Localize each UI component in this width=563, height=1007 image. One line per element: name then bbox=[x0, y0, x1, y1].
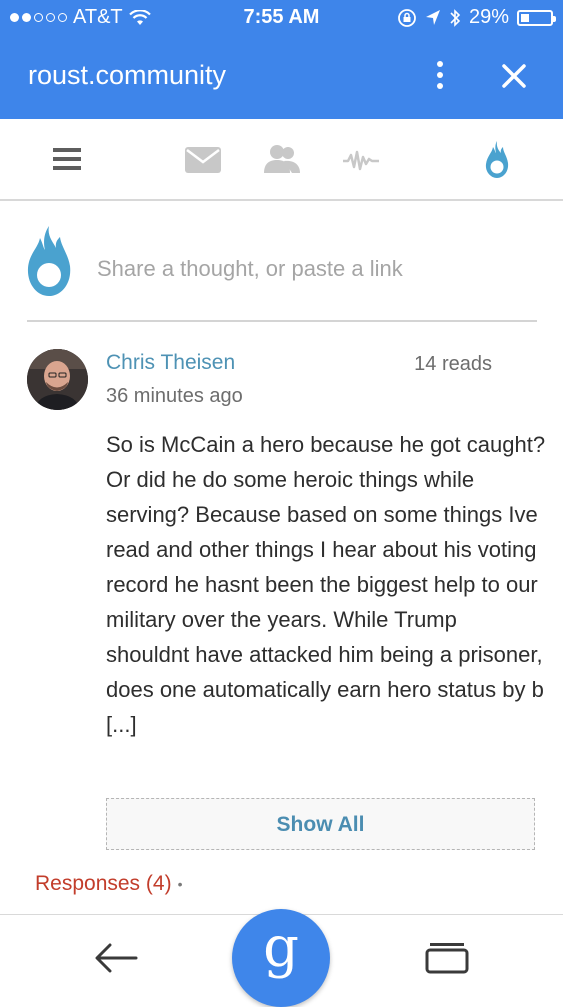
read-count: 14 reads bbox=[414, 353, 492, 375]
rotation-lock-icon bbox=[398, 8, 416, 27]
url-text[interactable]: roust.community bbox=[28, 60, 226, 91]
menu-icon[interactable] bbox=[53, 147, 81, 171]
battery-percent: 29% bbox=[468, 6, 509, 28]
site-nav-bar bbox=[0, 119, 563, 201]
back-arrow-icon[interactable] bbox=[94, 941, 138, 975]
people-icon[interactable] bbox=[262, 143, 302, 175]
location-icon bbox=[425, 9, 440, 25]
google-button[interactable]: g bbox=[232, 909, 330, 1007]
author-name[interactable]: Chris Theisen bbox=[106, 351, 235, 375]
google-g-icon: g bbox=[263, 915, 299, 980]
battery-icon bbox=[517, 9, 556, 26]
activity-icon[interactable] bbox=[342, 149, 380, 171]
bluetooth-icon bbox=[450, 8, 461, 27]
tabs-icon[interactable] bbox=[425, 941, 469, 975]
responses-label[interactable]: Responses (4) bbox=[35, 872, 172, 895]
composer: Share a thought, or paste a link bbox=[0, 202, 563, 322]
browser-bottom-bar: g bbox=[0, 909, 563, 1007]
divider bbox=[27, 320, 537, 322]
status-right: 29% bbox=[397, 6, 556, 29]
roust-logo-icon bbox=[27, 226, 71, 296]
close-icon[interactable] bbox=[496, 58, 532, 94]
url-row: roust.community bbox=[0, 48, 563, 108]
browser-top-bar: AT&T 7:55 AM 29% roust.community bbox=[0, 0, 563, 119]
avatar-image bbox=[27, 349, 88, 410]
flame-icon[interactable] bbox=[484, 139, 510, 179]
status-bar: AT&T 7:55 AM 29% bbox=[0, 0, 563, 36]
battery-fill bbox=[521, 13, 529, 22]
responses-separator: • bbox=[177, 876, 183, 893]
avatar[interactable] bbox=[27, 349, 88, 410]
post-body: So is McCain a hero because he got caugh… bbox=[106, 432, 546, 737]
more-options-icon[interactable] bbox=[430, 58, 450, 94]
responses-link[interactable]: Responses (4) • bbox=[35, 872, 182, 896]
show-all-button[interactable]: Show All bbox=[106, 798, 535, 850]
compose-input[interactable]: Share a thought, or paste a link bbox=[97, 256, 403, 282]
post-timestamp: 36 minutes ago bbox=[106, 385, 243, 407]
mail-icon[interactable] bbox=[185, 147, 221, 173]
